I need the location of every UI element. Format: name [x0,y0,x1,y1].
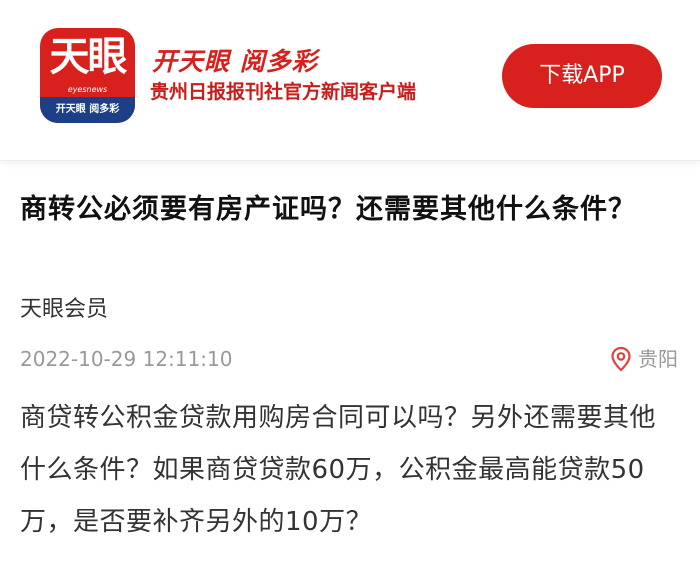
article-body: 商贷转公积金贷款用购房合同可以吗？另外还需要其他什么条件？如果商贷贷款60万，公… [20,403,657,537]
app-slogan: 开天眼 阅多彩 [152,47,318,76]
logo-sub-text: eyesnews [67,85,108,94]
location-pin-icon [611,346,631,372]
app-download-banner: 天眼 eyesnews 开天眼 阅多彩 开天眼 阅多彩 贵州日报报刊社官方新闻客… [0,0,700,161]
location-label: 贵阳 [638,347,678,371]
logo-bar-text: 开天眼 阅多彩 [40,97,135,123]
logo-main-text: 天眼 [49,33,128,80]
app-logo[interactable]: 天眼 eyesnews 开天眼 阅多彩 [40,28,135,123]
article-title: 商转公必须要有房产证吗？还需要其他什么条件？ [20,194,636,225]
download-app-button[interactable]: 下载APP [502,44,662,108]
article-timestamp: 2022-10-29 12:11:10 [20,347,233,371]
article-location: 贵阳 [610,344,678,374]
app-subtitle: 贵州日报报刊社官方新闻客户端 [150,81,417,103]
article-author[interactable]: 天眼会员 [20,295,108,325]
